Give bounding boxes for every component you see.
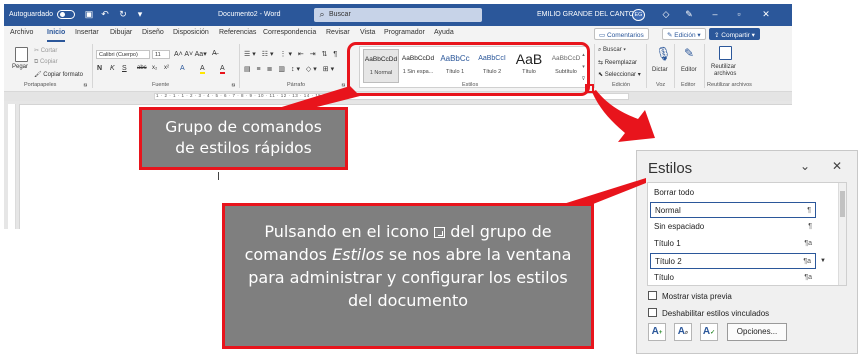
callout-launcher: Pulsando en el icono del grupo de comand… (222, 203, 594, 349)
dialog-launcher-icon (434, 227, 446, 238)
arrow-to-pane (592, 90, 655, 142)
callout-line: Grupo de comandos (165, 118, 322, 136)
callout-quick-styles: Grupo de comandos de estilos rápidos (139, 107, 348, 170)
callout-line: de estilos rápidos (175, 139, 312, 157)
callout-text: Pulsando en el icono (264, 222, 430, 241)
callout-text-italic: Estilos (332, 245, 384, 264)
